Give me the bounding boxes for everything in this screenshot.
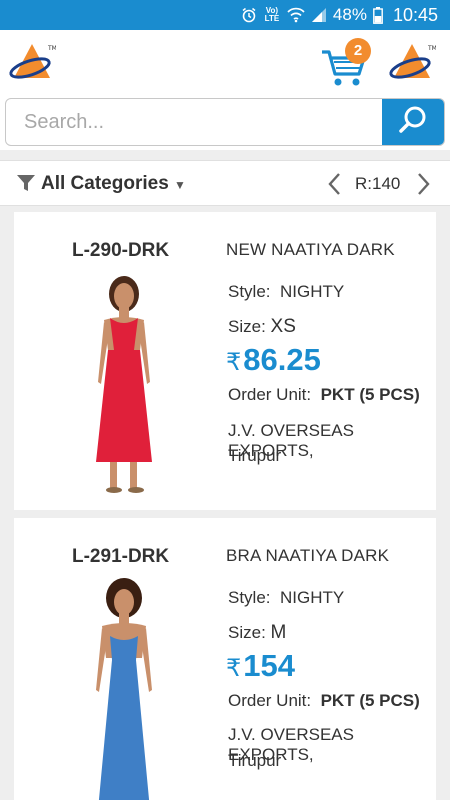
cart-count-badge[interactable]: 2 <box>345 38 371 64</box>
style-value: NIGHTY <box>279 588 345 607</box>
product-image[interactable] <box>74 272 174 502</box>
style-value: NIGHTY <box>279 282 345 301</box>
battery-icon <box>373 6 383 24</box>
order-unit-value: PKT (5 PCS) <box>320 385 420 404</box>
product-size: Size: M <box>228 622 286 644</box>
category-dropdown[interactable]: All Categories <box>41 173 169 195</box>
wifi-icon <box>287 7 305 23</box>
product-card[interactable]: L-290-DRK NEW NAATIYA DARK Style: NIGHTY… <box>14 212 436 510</box>
product-price: ₹154 <box>226 648 295 684</box>
size-value: XS <box>270 316 296 337</box>
chevron-left-icon[interactable] <box>324 171 346 197</box>
logo-icon[interactable]: TM <box>8 40 57 88</box>
style-label: Style: <box>228 282 271 301</box>
alarm-icon <box>241 7 257 23</box>
price-value: 86.25 <box>243 342 321 377</box>
order-unit-label: Order Unit: <box>228 691 312 710</box>
signal-icon <box>311 7 327 23</box>
currency-symbol: ₹ <box>226 349 242 376</box>
product-style: Style: NIGHTY <box>228 588 344 608</box>
product-image[interactable] <box>74 578 174 800</box>
volte-indicator: Vo) LTE <box>264 6 280 23</box>
product-card[interactable]: L-291-DRK BRA NAATIYA DARK Style: NIGHTY… <box>14 518 436 800</box>
status-bar: Vo) LTE 48% 10:45 <box>0 0 450 30</box>
seller-city: Tirupur <box>228 446 282 465</box>
order-unit-label: Order Unit: <box>228 385 312 404</box>
order-unit-value: PKT (5 PCS) <box>320 691 420 710</box>
order-unit: Order Unit: PKT (5 PCS) <box>228 691 420 711</box>
price-value: 154 <box>243 648 296 683</box>
product-style: Style: NIGHTY <box>228 282 344 302</box>
currency-symbol: ₹ <box>226 655 242 682</box>
category-filter-bar: All Categories ▼ R:140 <box>0 160 450 206</box>
product-name: NEW NAATIYA DARK <box>226 240 395 259</box>
seller-city: Tirupur <box>228 751 282 770</box>
clock: 10:45 <box>392 4 438 25</box>
range-label: R:140 <box>355 174 401 193</box>
svg-text:TM: TM <box>47 45 56 52</box>
product-code: L-290-DRK <box>72 240 170 261</box>
size-value: M <box>270 622 287 643</box>
svg-text:TM: TM <box>427 45 436 52</box>
size-label: Size: <box>228 623 266 642</box>
product-price: ₹86.25 <box>226 342 321 378</box>
chevron-right-icon[interactable] <box>412 171 434 197</box>
product-name: BRA NAATIYA DARK <box>226 546 390 565</box>
search-bar <box>5 98 445 146</box>
order-unit: Order Unit: PKT (5 PCS) <box>228 385 420 405</box>
search-input[interactable] <box>6 99 384 145</box>
size-label: Size: <box>228 317 266 336</box>
product-code: L-291-DRK <box>72 546 170 567</box>
search-icon <box>398 105 428 140</box>
style-label: Style: <box>228 588 271 607</box>
battery-percent: 48% <box>332 5 367 24</box>
chevron-down-icon[interactable]: ▼ <box>174 178 186 192</box>
product-size: Size: XS <box>228 316 296 338</box>
logo-icon[interactable]: TM <box>388 40 437 88</box>
filter-icon[interactable] <box>16 173 36 198</box>
search-button[interactable] <box>382 99 444 145</box>
